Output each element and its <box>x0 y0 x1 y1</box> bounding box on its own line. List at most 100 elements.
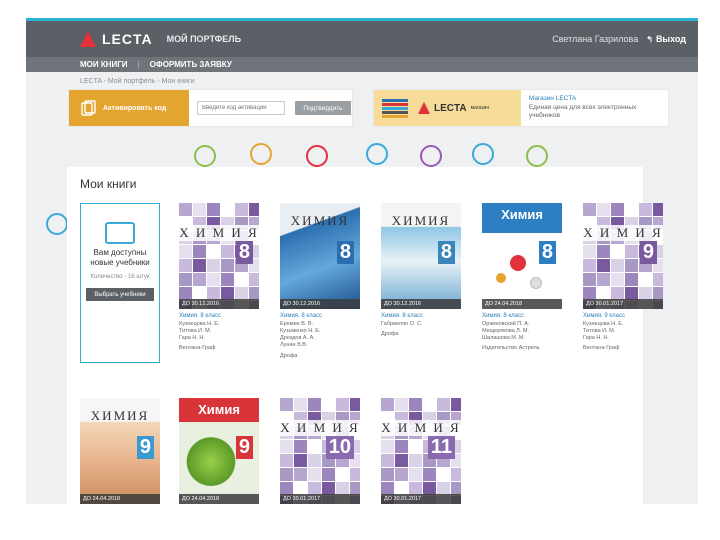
cover-title: Х И М И Я <box>583 225 663 241</box>
author-name: Кузнецова Н. Е. <box>179 321 220 327</box>
book-cover[interactable]: Х И М И Я 8 ДО 30.12.2016 <box>179 203 259 309</box>
doodle-creature-icon <box>472 143 494 165</box>
new-books-count: Количество - 16 штук <box>90 274 150 280</box>
book-publisher: Издательство Астрель <box>482 345 540 352</box>
cover-grade: 8 <box>235 241 253 264</box>
shop-logo-icon <box>418 102 430 114</box>
cover-title: Химия <box>198 402 240 417</box>
book-card[interactable]: Химия 8 ДО 24.04.2018 Химия. 8 класс Оржеков… <box>482 203 562 351</box>
cover-grade: 9 <box>235 436 253 459</box>
shop-banner-text: Магазин LECTA Единая цена для всех элект… <box>521 95 668 120</box>
cover-grade: 9 <box>639 241 657 264</box>
cover-grade: 10 <box>325 436 354 459</box>
access-until-label: ДО 30.01.2017 <box>280 494 360 504</box>
book-publisher: Дрофа <box>280 352 298 359</box>
author-name: Мещерякова Л. М. <box>482 328 529 335</box>
nav-make-request[interactable]: ОФОРМИТЬ ЗАЯВКУ <box>150 60 232 69</box>
book-card[interactable]: ХИМИЯ 9 ДО 24.04.2018 <box>80 398 160 504</box>
shop-tag: магазин <box>470 105 490 111</box>
book-cover[interactable]: Химия 9 ДО 24.04.2018 <box>179 398 259 504</box>
book-cover[interactable]: Химия 8 ДО 24.04.2018 <box>482 203 562 309</box>
book-card[interactable]: Х И М И Я 8 ДО 30.12.2016 Химия. 8 класс Куз… <box>179 203 259 351</box>
books-icon <box>105 222 135 244</box>
book-meta: Химия. 9 класс Кузнецова Н. Е. Титова И. М… <box>583 309 663 351</box>
book-meta: Химия. 8 класс Оржековский П. А. Мещеряков… <box>482 309 562 351</box>
promo-row: Активировать код Подтвердить LECTA магаз… <box>26 90 698 126</box>
book-title-link[interactable]: Химия. 8 класс <box>381 313 461 319</box>
access-until-label: ДО 24.04.2018 <box>482 299 562 309</box>
page-title: Мои книги <box>80 177 137 191</box>
logout-label: Выход <box>655 34 686 44</box>
book-card[interactable]: Химия 9 ДО 24.04.2018 <box>179 398 259 504</box>
app-window: LECTA МОЙ ПОРТФЕЛЬ Светлана Газрилова ↰ … <box>26 18 698 504</box>
book-publisher: Дрофа <box>381 331 399 338</box>
book-meta: Химия. 8 класс Кузнецова Н. Е. Титова И. М… <box>179 309 259 351</box>
book-cover[interactable]: Х И М И Я 9 ДО 30.01.2017 <box>583 203 663 309</box>
book-authors: Кузнецова Н. Е. Титова И. М. Гара Н. Н. <box>179 321 259 342</box>
user-name[interactable]: Светлана Газрилова <box>552 34 638 44</box>
new-books-card[interactable]: Вам доступны новые учебники Количество -… <box>80 203 160 363</box>
activation-code-input[interactable] <box>197 101 285 115</box>
shop-banner[interactable]: LECTA магазин Магазин LECTA Единая цена … <box>374 90 668 126</box>
activation-label: Активировать код <box>103 104 167 112</box>
author-name: Габриелян О. С. <box>381 321 423 327</box>
shop-logo-text: LECTA <box>434 102 467 114</box>
book-cover[interactable]: ХИМИЯ 8 ДО 30.12.2016 <box>280 203 360 309</box>
cover-title: ХИМИЯ <box>290 213 350 228</box>
cover-title: Х И М И Я <box>280 420 360 436</box>
doodle-creature-icon <box>366 143 388 165</box>
author-name: Лунин В.В. <box>280 342 308 349</box>
book-cover[interactable]: Х И М И Я 10 ДО 30.01.2017 <box>280 398 360 504</box>
book-authors: Оржековский П. А. Мещерякова Л. М. Шалашов… <box>482 321 562 342</box>
cover-grade: 8 <box>437 241 455 264</box>
cover-title: ХИМИЯ <box>90 408 150 423</box>
book-title-link[interactable]: Химия. 8 класс <box>482 313 562 319</box>
author-name: Кузьменко Н. Е. <box>280 328 321 335</box>
lecta-logo[interactable]: LECTA <box>80 31 153 47</box>
access-until-label: ДО 30.01.2017 <box>381 494 461 504</box>
book-title-link[interactable]: Химия. 9 класс <box>583 313 663 319</box>
choose-books-button[interactable]: Выбрать учебники <box>86 288 154 301</box>
cover-title: Х И М И Я <box>381 420 461 436</box>
cover-grade: 9 <box>136 436 154 459</box>
book-title-link[interactable]: Химия. 8 класс <box>179 313 259 319</box>
access-until-label: ДО 30.12.2016 <box>280 299 360 309</box>
portfolio-link[interactable]: МОЙ ПОРТФЕЛЬ <box>167 34 241 44</box>
doodle-creature-icon <box>250 143 272 165</box>
book-card[interactable]: ХИМИЯ 8 ДО 30.12.2016 Химия. 8 класс Еремин … <box>280 203 360 359</box>
author-name: Шалашова М. М. <box>482 335 526 342</box>
book-card[interactable]: ХИМИЯ 8 ДО 30.12.2016 Химия. 8 класс Габриел… <box>381 203 461 337</box>
nav-my-books[interactable]: МОИ КНИГИ <box>80 60 128 69</box>
doodle-creature-icon <box>46 213 68 235</box>
access-until-label: ДО 30.12.2016 <box>179 299 259 309</box>
author-name: Кузнецова Н. Е. <box>583 321 624 327</box>
book-meta: Химия. 8 класс Габриелян О. С. Дрофа <box>381 309 461 337</box>
cover-grade: 8 <box>538 241 556 264</box>
book-cover[interactable]: ХИМИЯ 9 ДО 24.04.2018 <box>80 398 160 504</box>
book-cover[interactable]: Х И М И Я 11 ДО 30.01.2017 <box>381 398 461 504</box>
book-cover[interactable]: ХИМИЯ 8 ДО 30.12.2016 <box>381 203 461 309</box>
confirm-button[interactable]: Подтвердить <box>295 101 351 115</box>
nav-separator: | <box>137 60 140 69</box>
cover-title: Х И М И Я <box>179 225 259 241</box>
cover-grade: 8 <box>336 241 354 264</box>
book-meta: Химия. 8 класс Еремин В. В. Кузьменко Н. Е… <box>280 309 360 359</box>
logout-icon: ↰ <box>646 34 653 44</box>
author-name: Гара Н. Н. <box>179 335 205 342</box>
my-books-panel: Мои книги Вам доступны новые учебники Ко… <box>67 167 663 504</box>
logout-button[interactable]: ↰ Выход <box>646 34 686 44</box>
book-authors: Кузнецова Н. Е. Титова И. М. Гара Н. Н. <box>583 321 663 342</box>
book-card[interactable]: Х И М И Я 10 ДО 30.01.2017 <box>280 398 360 504</box>
breadcrumb: LECTA - Мой портфель - Мои книги <box>80 78 195 85</box>
book-card[interactable]: Х И М И Я 11 ДО 30.01.2017 <box>381 398 461 504</box>
book-publisher: Вентана-Граф <box>583 345 620 352</box>
book-authors: Габриелян О. С. <box>381 321 461 328</box>
doodle-creature-icon <box>420 145 442 167</box>
doodle-creature-icon <box>306 145 328 167</box>
shop-subtitle: Единая цена для всех электронных учебник… <box>528 103 637 120</box>
book-title-link[interactable]: Химия. 8 класс <box>280 313 360 319</box>
author-name: Титова И. М. <box>583 328 616 335</box>
activation-box: Активировать код Подтвердить <box>69 90 352 126</box>
author-name: Оржековский П. А. <box>482 321 530 327</box>
book-card[interactable]: Х И М И Я 9 ДО 30.01.2017 Химия. 9 класс Куз… <box>583 203 663 351</box>
